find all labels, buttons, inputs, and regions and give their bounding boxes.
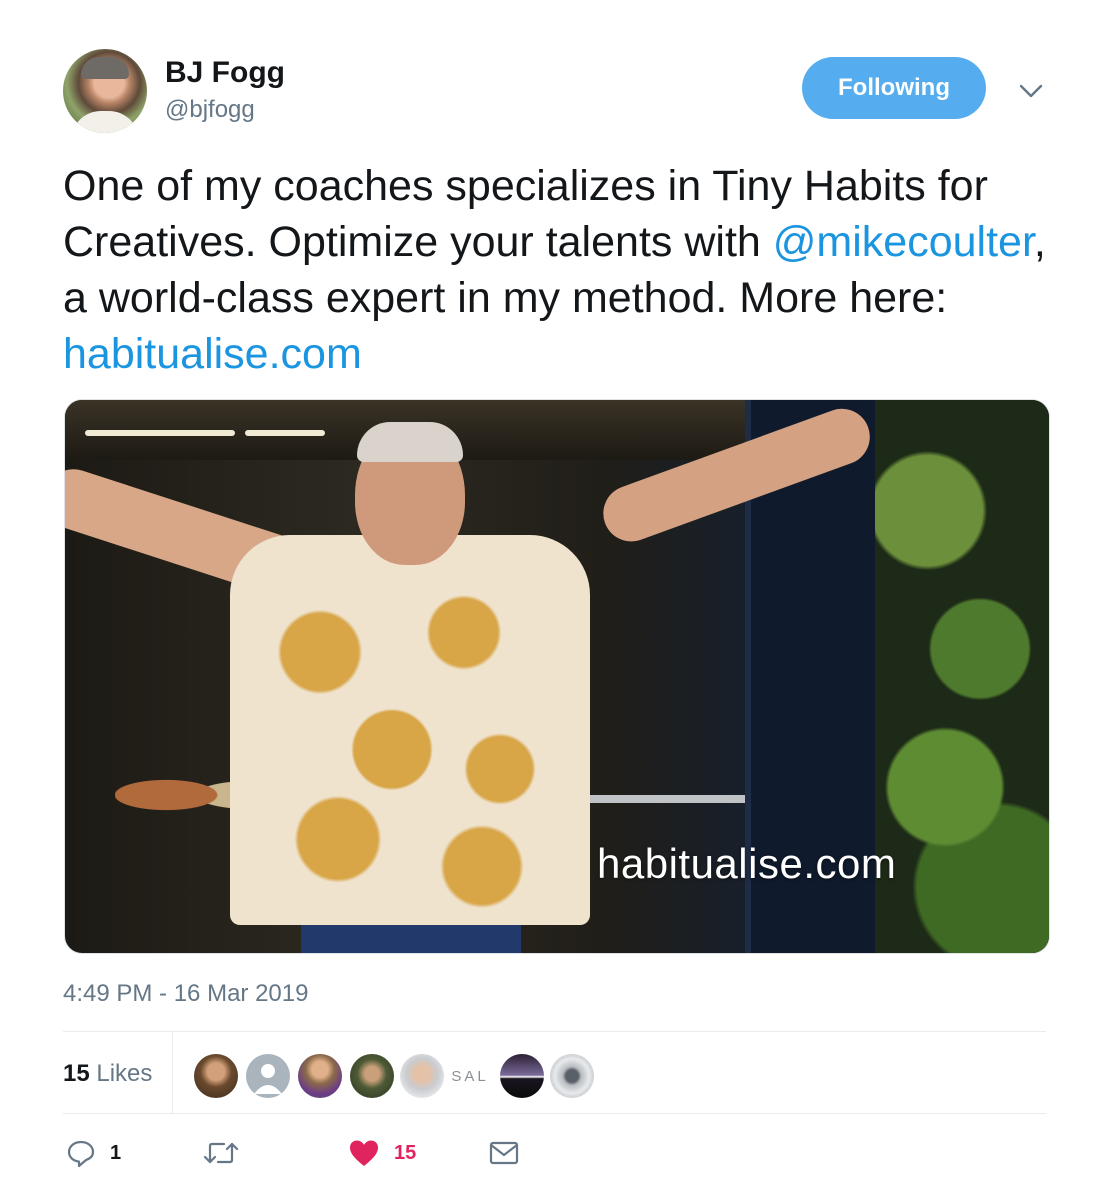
user-handle[interactable]: @bjfogg [165,96,255,124]
liker-avatar-image [194,1054,238,1098]
liker-avatar-image [298,1054,342,1098]
display-name[interactable]: BJ Fogg [165,56,285,90]
liker-avatar-image [350,1054,394,1098]
liker-avatar[interactable] [244,1052,292,1100]
divider [63,1113,1046,1114]
media-light [245,430,325,436]
media-hair [357,422,463,462]
liker-avatar[interactable] [498,1052,546,1100]
mail-icon [489,1141,519,1165]
divider [63,1031,1046,1032]
chevron-down-icon[interactable] [1016,80,1046,102]
likes-count: 15 [63,1060,90,1087]
tweet-text: One of my coaches specializes in Tiny Ha… [63,158,1063,382]
liker-avatar[interactable] [192,1052,240,1100]
tweet-timestamp[interactable]: 4:49 PM - 16 Mar 2019 [63,980,308,1008]
liker-avatar[interactable]: SAL [446,1052,494,1100]
retweet-icon [203,1142,239,1164]
liker-avatar-image [500,1054,544,1098]
reply-button[interactable]: 1 [66,1138,121,1168]
retweet-button[interactable] [202,1138,254,1168]
liker-avatar-text: SAL [451,1067,489,1085]
direct-message-button[interactable] [488,1138,520,1168]
likes-label: Likes [96,1060,153,1087]
default-avatar-icon [246,1054,290,1098]
mention-link[interactable]: @mikecoulter [773,218,1034,266]
reply-icon [67,1140,95,1168]
liker-avatar[interactable] [548,1052,596,1100]
like-count: 15 [394,1141,417,1164]
liker-avatar[interactable] [348,1052,396,1100]
avatar-hair [81,57,129,79]
avatar-shirt [71,111,139,133]
likes-stat[interactable]: 15 Likes [63,1060,152,1088]
liker-avatar-image [550,1054,594,1098]
avatar[interactable] [63,49,147,133]
divider-vertical [172,1031,173,1113]
heart-icon [350,1140,378,1166]
media-plants [875,400,1049,953]
liker-avatar[interactable] [296,1052,344,1100]
tweet-media-image[interactable]: habitualise.com [64,399,1050,954]
liker-avatar[interactable] [398,1052,446,1100]
media-shirt [230,535,590,925]
following-button[interactable]: Following [802,57,986,119]
media-light [85,430,235,436]
url-link[interactable]: habitualise.com [63,330,362,378]
media-watermark-text: habitualise.com [597,840,897,887]
reply-count: 1 [110,1141,122,1164]
like-button[interactable]: 15 [348,1138,416,1168]
media-table [565,795,765,803]
liker-avatar-image [400,1054,444,1098]
